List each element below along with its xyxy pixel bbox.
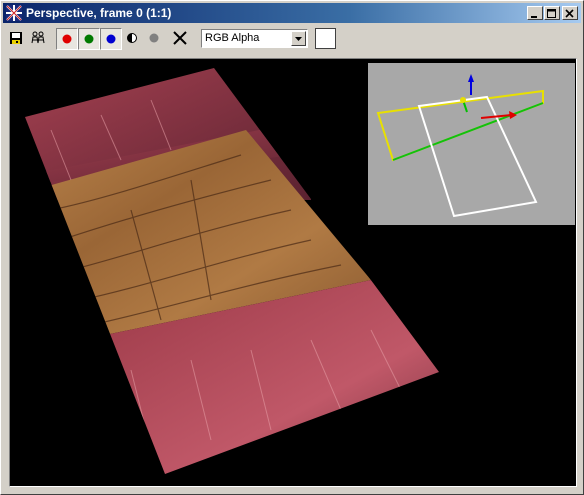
maximize-button[interactable] <box>544 6 560 20</box>
close-button[interactable] <box>562 6 578 20</box>
save-icon <box>10 32 22 44</box>
monochrome-button[interactable] <box>122 28 144 50</box>
channel-select-value: RGB Alpha <box>205 32 260 44</box>
green-channel-toggle[interactable] <box>78 28 100 50</box>
blue-channel-toggle[interactable] <box>100 28 122 50</box>
render-window: Perspective, frame 0 (1:1) RGB Alpha <box>0 0 584 495</box>
monochrome-icon <box>127 33 137 43</box>
clone-button[interactable] <box>28 28 50 50</box>
clone-icon <box>31 31 45 44</box>
minimize-button[interactable] <box>527 6 543 20</box>
app-icon <box>6 5 22 21</box>
red-channel-toggle[interactable] <box>56 28 78 50</box>
clear-icon <box>173 31 187 45</box>
red-dot-icon <box>62 34 72 44</box>
render-viewport <box>11 60 575 485</box>
background-color-swatch[interactable] <box>315 28 336 49</box>
gizmo-inset <box>368 63 575 225</box>
blue-dot-icon <box>106 34 116 44</box>
window-title: Perspective, frame 0 (1:1) <box>26 6 172 20</box>
minimize-icon <box>531 16 537 18</box>
green-dot-icon <box>84 34 94 44</box>
title-bar[interactable]: Perspective, frame 0 (1:1) <box>3 3 581 23</box>
maximize-icon <box>547 9 556 18</box>
alpha-channel-toggle[interactable] <box>144 28 166 50</box>
close-icon <box>565 9 574 18</box>
save-button[interactable] <box>6 28 28 50</box>
rendered-plane-image <box>25 63 575 474</box>
channel-select[interactable]: RGB Alpha <box>201 29 308 48</box>
dropdown-button[interactable] <box>291 31 306 46</box>
chevron-down-icon <box>295 37 302 41</box>
alpha-dot-icon <box>149 33 159 43</box>
clear-button[interactable] <box>170 28 192 50</box>
toolbar: RGB Alpha <box>3 25 581 55</box>
